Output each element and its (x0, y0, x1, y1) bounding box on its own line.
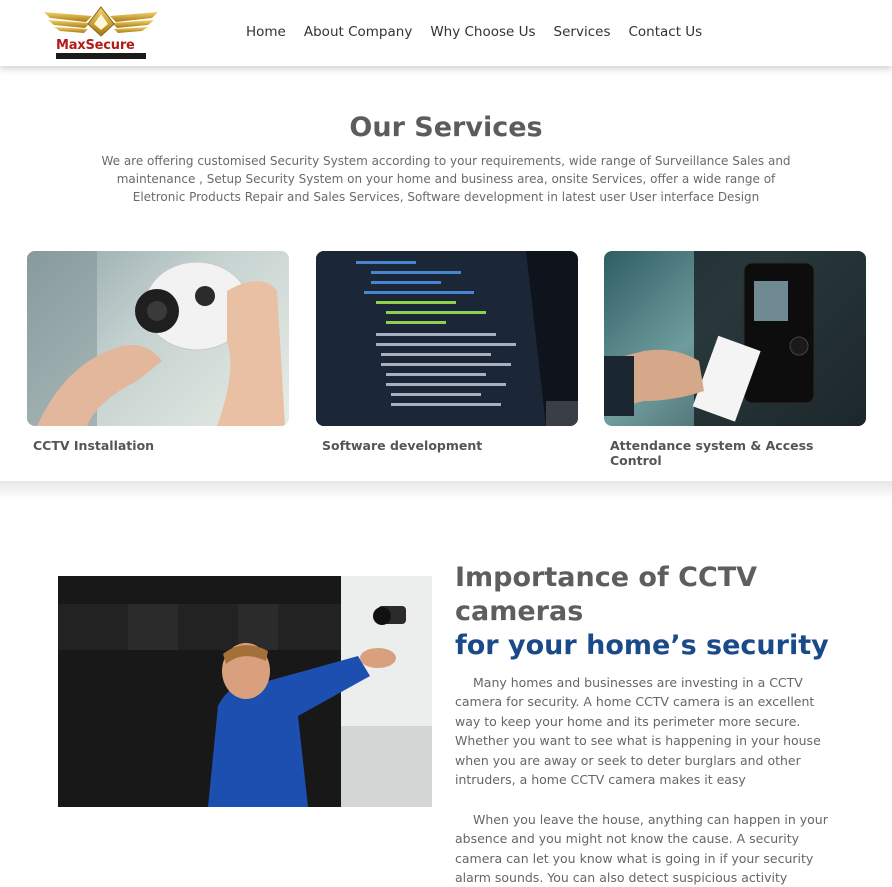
importance-paragraph-2: When you leave the house, anything can h… (455, 812, 828, 886)
main-nav: Home About Company Why Choose Us Service… (246, 24, 702, 40)
nav-why-choose-us[interactable]: Why Choose Us (430, 24, 535, 40)
nav-services[interactable]: Services (554, 24, 611, 40)
importance-title: Importance of CCTV cameras (455, 562, 758, 627)
service-card-access-control[interactable]: Attendance system & Access Control (604, 251, 866, 468)
nav-contact-us[interactable]: Contact Us (628, 24, 702, 40)
nav-home[interactable]: Home (246, 24, 286, 40)
nav-about-company[interactable]: About Company (304, 24, 412, 40)
services-title: Our Services (349, 112, 543, 143)
service-card-cctv[interactable]: CCTV Installation (27, 251, 289, 453)
service-label-software: Software development (322, 438, 483, 453)
maxsecure-logo[interactable]: MaxSecure (40, 6, 162, 59)
importance-paragraph-1: Many homes and businesses are investing … (455, 675, 821, 788)
logo-wordmark: MaxSecure (56, 38, 135, 53)
services-intro: We are offering customised Security Syst… (101, 154, 791, 204)
cctv-installation-image (27, 251, 289, 426)
site-header: MaxSecure Home About Company Why Choose … (0, 0, 892, 66)
logo-tagline-bar (56, 53, 146, 59)
section-divider (0, 481, 892, 499)
software-development-image (316, 251, 578, 426)
service-card-software[interactable]: Software development (316, 251, 578, 453)
services-section: Our Services We are offering customised … (0, 66, 892, 481)
technician-installing-camera-image (58, 576, 432, 807)
access-control-image (604, 251, 866, 426)
service-label-cctv: CCTV Installation (33, 438, 155, 453)
importance-subtitle: for your home’s security (455, 630, 829, 661)
service-label-access-control: Attendance system & Access Control (610, 438, 814, 468)
